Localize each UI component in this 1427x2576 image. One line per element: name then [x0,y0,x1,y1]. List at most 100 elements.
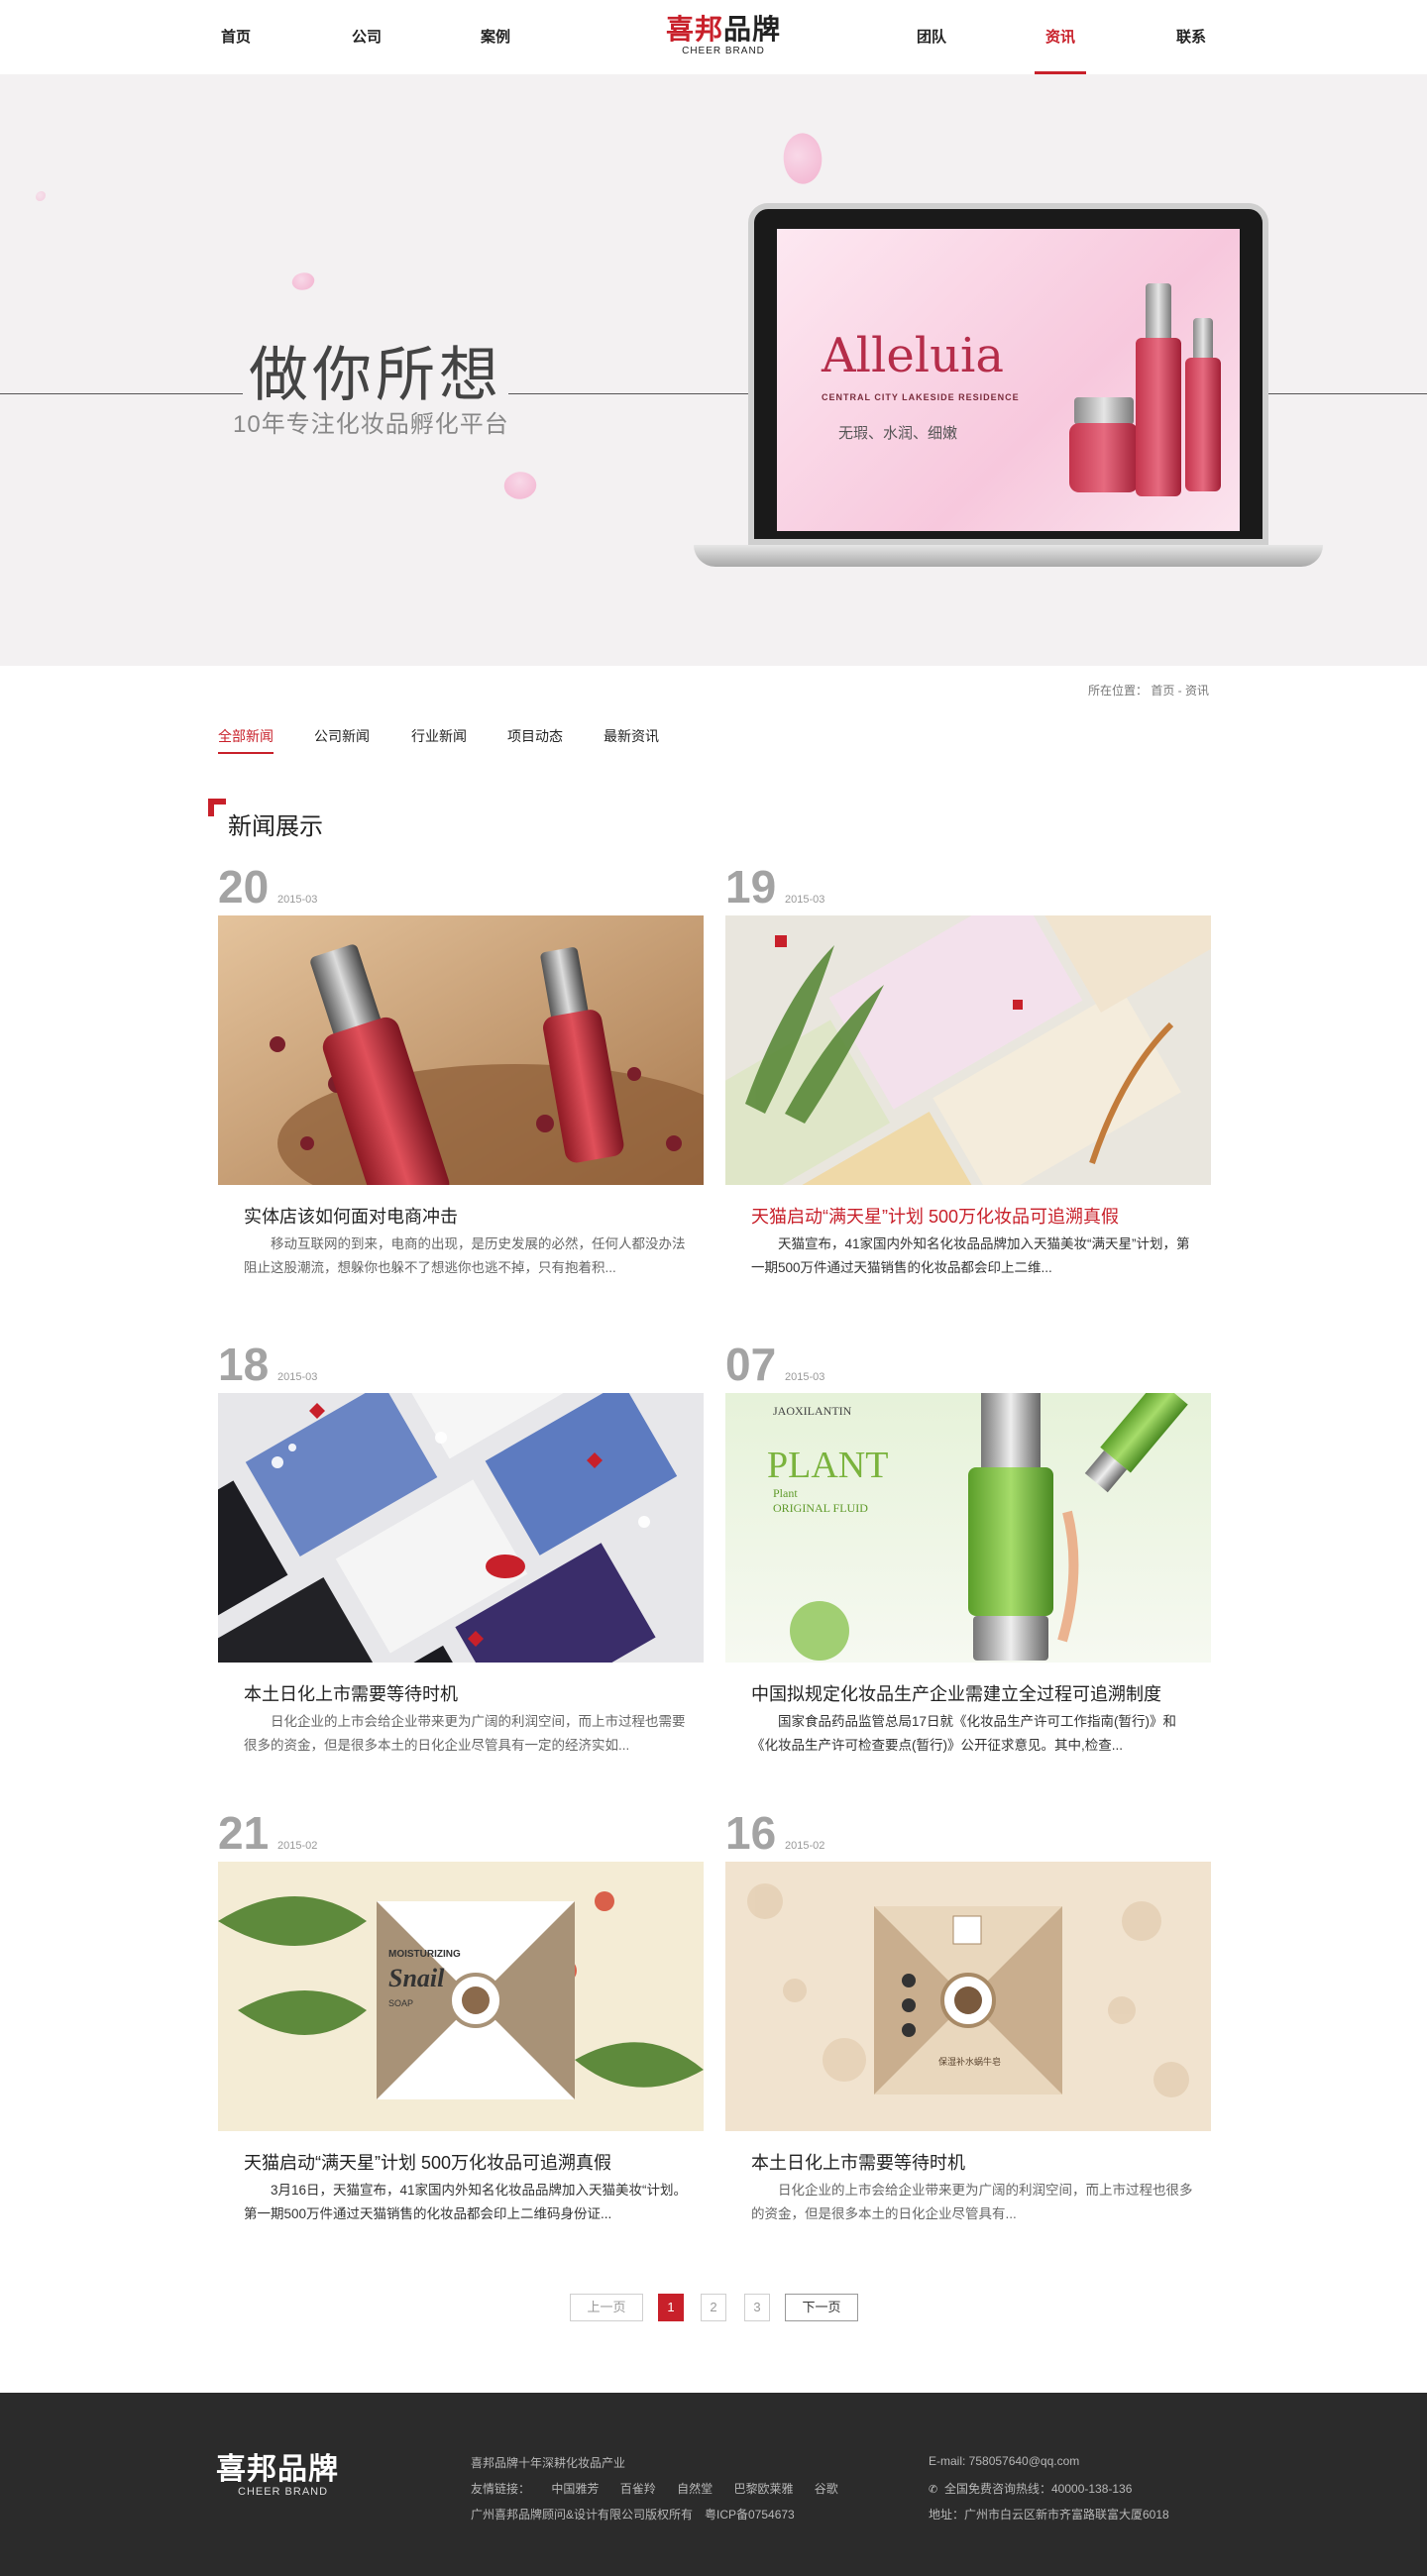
hero-title: 做你所想 [243,327,508,413]
friend-link[interactable]: 谷歌 [815,2482,838,2496]
nav-contact[interactable]: 联系 [1152,0,1231,74]
laptop-base [694,545,1323,567]
logo-text: 喜邦品牌 [665,13,782,46]
footer-logo-subtext: CHEER BRAND [238,2486,329,2498]
news-image[interactable] [218,915,704,1185]
news-day: 19 [725,861,777,912]
footer-email: E-mail: 758057640@qq.com [929,2454,1080,2468]
news-card[interactable]: 18 2015-03 本土日化上市需要等待时机 日化企业的上市会给企业带来更为广… [218,1342,704,1758]
petal-decoration [498,464,542,507]
package-text: 保湿补水蜗牛皂 [938,2056,1001,2068]
nav-cases[interactable]: 案例 [456,0,535,74]
page-button-2[interactable]: 2 [701,2294,726,2321]
footer-logo[interactable]: 喜邦品牌 CHEER BRAND [216,2452,345,2499]
news-excerpt: 天猫宣布，41家国内外知名化妆品品牌加入天猫美妆“满天星”计划，第一期500万件… [751,1236,1190,1275]
petal-decoration [775,128,830,189]
news-excerpt: 日化企业的上市会给企业带来更为广阔的利润空间，而上市过程也很多的资金，但是很多本… [751,2183,1193,2221]
friend-link[interactable]: 巴黎欧莱雅 [733,2482,793,2496]
prev-page-button[interactable]: 上一页 [570,2294,643,2321]
friend-link[interactable]: 自然堂 [677,2482,713,2496]
page-button-1[interactable]: 1 [658,2294,684,2321]
hero-banner: 做你所想 10年专注化妆品孵化平台 Alleluia CENTRAL CITY … [0,74,1427,666]
product-title-text: PLANT [767,1445,888,1486]
nav-news[interactable]: 资讯 [1021,0,1100,74]
package-title-text: Snail [388,1964,445,1992]
news-card[interactable]: 07 2015-03 JAOXILANTIN PLANT Plant ORIGI… [725,1342,1211,1758]
product-subtitle-text: Plant [773,1486,798,1500]
news-title[interactable]: 天猫启动“满天星”计划 500万化妆品可追溯真假 [751,1203,1119,1229]
lotion-bottle [1185,358,1221,491]
footer-hotline-row: ✆ 全国免费咨询热线：40000-138-136 [929,2480,1132,2497]
laptop-screen: Alleluia CENTRAL CITY LAKESIDE RESIDENCE… [777,229,1240,531]
phone-icon: ✆ [929,2484,938,2496]
footer-logo-text: 喜邦品牌 [216,2452,339,2487]
news-card[interactable]: 20 2015-03 实体店该如何面对电商冲击 移动互联网的到来，电商的出现，是… [218,864,704,1280]
laptop-frame: Alleluia CENTRAL CITY LAKESIDE RESIDENCE… [748,203,1268,545]
news-day: 07 [725,1339,777,1390]
tab-latest-news[interactable]: 最新资讯 [604,726,659,746]
bottle-cap [1193,318,1213,363]
site-footer: 喜邦品牌 CHEER BRAND 喜邦品牌十年深耕化妆品产业 友情链接： 中国雅… [0,2393,1427,2576]
next-page-button[interactable]: 下一页 [785,2294,858,2321]
news-day: 20 [218,861,270,912]
petal-decoration [290,270,316,292]
friend-links: 友情链接： 中国雅芳 百雀羚 自然堂 巴黎欧莱雅 谷歌 [471,2480,856,2497]
news-title[interactable]: 实体店该如何面对电商冲击 [244,1203,458,1229]
news-title[interactable]: 本土日化上市需要等待时机 [751,2149,965,2175]
tab-industry-news[interactable]: 行业新闻 [411,726,467,746]
tab-project-updates[interactable]: 项目动态 [507,726,563,746]
tab-company-news[interactable]: 公司新闻 [314,726,370,746]
nav-home[interactable]: 首页 [196,0,275,74]
hero-subtitle: 10年专注化妆品孵化平台 [233,411,509,438]
news-card[interactable]: 16 2015-02 保湿补水蜗牛皂 本土日化上市需要等待时机 日化企业的上市会… [725,1810,1211,2226]
bottle-cap [1146,283,1171,343]
news-excerpt: 3月16日，天猫宣布，41家国内外知名化妆品品牌加入天猫美妆“计划。第一期500… [244,2183,688,2221]
pagination: 上一页 1 2 3 下一页 [0,2294,1427,2321]
serum-bottle [1136,338,1181,496]
footer-slogan: 喜邦品牌十年深耕化妆品产业 [471,2456,626,2470]
news-day: 21 [218,1807,270,1859]
news-title[interactable]: 中国拟规定化妆品生产企业需建立全过程可追溯制度 [751,1680,1161,1706]
news-excerpt: 国家食品药品监管总局17日就《化妆品生产许可工作指南(暂行)》和《化妆品生产许可… [751,1714,1177,1753]
petal-decoration [36,191,46,201]
news-image[interactable]: MOISTURIZING Snail SOAP 保湿补水蜗牛皂 [218,1862,704,2131]
news-title[interactable]: 本土日化上市需要等待时机 [244,1680,458,1706]
footer-address: 地址：广州市白云区新市齐富路联富大厦6018 [929,2508,1169,2522]
news-card[interactable]: 19 2015-03 天猫启动“满天星”计划 500万化妆品可追溯真假 天猫宣布… [725,864,1211,1280]
product-brand-text: JAOXILANTIN [773,1404,852,1418]
breadcrumb: 所在位置： 首页 - 资讯 [1088,684,1209,698]
news-excerpt: 移动互联网的到来，电商的出现，是历史发展的必然，任何人都没办法阻止这股潮流，想躲… [244,1236,686,1275]
screen-tagline: 无瑕、水润、细嫩 [838,425,958,442]
friend-link[interactable]: 中国雅芳 [551,2482,599,2496]
corner-mark-icon [208,799,226,816]
news-month: 2015-03 [277,894,318,906]
friend-links-label: 友情链接： [471,2482,531,2496]
news-month: 2015-03 [785,894,825,906]
nav-company[interactable]: 公司 [327,0,406,74]
news-day: 18 [218,1339,270,1390]
package-text: 保湿补水蜗牛皂 [441,2056,503,2068]
news-day: 16 [725,1807,777,1859]
news-image[interactable] [218,1393,704,1663]
news-month: 2015-02 [785,1840,825,1852]
screen-brand-sub: CENTRAL CITY LAKESIDE RESIDENCE [822,392,1020,402]
package-text: MOISTURIZING [388,1949,461,1960]
product-subtitle-text: ORIGINAL FLUID [773,1501,868,1515]
footer-copyright: 广州喜邦品牌顾问&设计有限公司版权所有 粤ICP备0754673 [471,2508,795,2522]
friend-link[interactable]: 百雀羚 [620,2482,656,2496]
footer-hotline: 全国免费咨询热线：40000-138-136 [944,2482,1133,2496]
section-title: 新闻展示 [228,813,323,840]
news-image[interactable] [725,915,1211,1185]
news-image[interactable]: 保湿补水蜗牛皂 [725,1862,1211,2131]
site-logo[interactable]: 喜邦品牌 CHEER BRAND [664,14,783,61]
tab-all-news[interactable]: 全部新闻 [218,726,274,754]
nav-team[interactable]: 团队 [892,0,971,74]
screen-brand: Alleluia [822,328,1005,383]
logo-subtext: CHEER BRAND [682,46,765,56]
page-button-3[interactable]: 3 [744,2294,770,2321]
laptop-mockup: Alleluia CENTRAL CITY LAKESIDE RESIDENCE… [694,203,1323,649]
news-image[interactable]: JAOXILANTIN PLANT Plant ORIGINAL FLUID [725,1393,1211,1663]
news-title[interactable]: 天猫启动“满天星”计划 500万化妆品可追溯真假 [244,2149,611,2175]
news-card[interactable]: 21 2015-02 MOISTURIZING Snail SOAP 保湿补水蜗… [218,1810,704,2226]
site-header: 首页 公司 案例 喜邦品牌 CHEER BRAND 团队 资讯 联系 [0,0,1427,74]
